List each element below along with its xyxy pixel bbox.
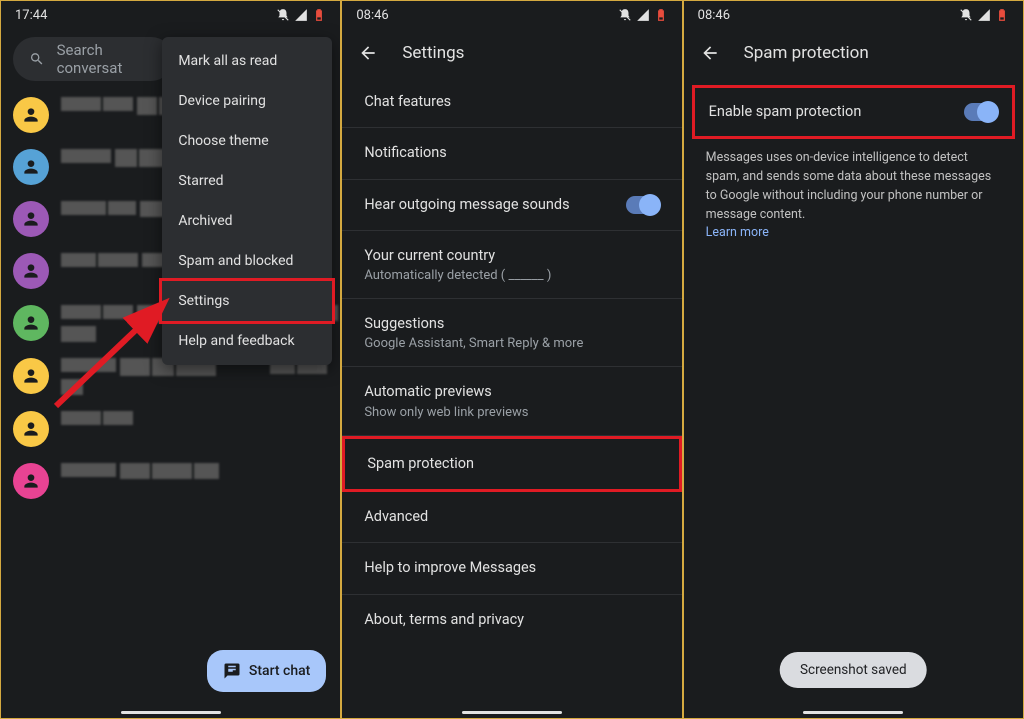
clock: 17:44 bbox=[15, 8, 47, 23]
start-chat-fab[interactable]: Start chat bbox=[207, 650, 326, 692]
battery-icon bbox=[654, 8, 668, 22]
avatar bbox=[13, 149, 49, 185]
fab-label: Start chat bbox=[249, 663, 310, 679]
menu-mark-all-read[interactable]: Mark all as read bbox=[162, 41, 332, 81]
status-icons bbox=[959, 8, 1009, 22]
avatar bbox=[13, 201, 49, 237]
dnd-icon bbox=[959, 8, 973, 22]
status-bar: 08:46 bbox=[684, 1, 1023, 29]
row-chat-features[interactable]: Chat features bbox=[342, 77, 681, 128]
toast-screenshot-saved: Screenshot saved bbox=[780, 652, 927, 688]
nav-handle[interactable] bbox=[462, 711, 562, 714]
row-advanced[interactable]: Advanced bbox=[342, 492, 681, 543]
menu-starred[interactable]: Starred bbox=[162, 161, 332, 201]
status-icons bbox=[618, 8, 668, 22]
avatar bbox=[13, 253, 49, 289]
dnd-icon bbox=[276, 8, 290, 22]
screen-settings: 08:46 Settings Chat features Notificatio… bbox=[341, 0, 682, 719]
row-suggestions[interactable]: Suggestions Google Assistant, Smart Repl… bbox=[342, 299, 681, 367]
battery-icon bbox=[312, 8, 326, 22]
row-about[interactable]: About, terms and privacy bbox=[342, 595, 681, 645]
app-bar: Spam protection bbox=[684, 29, 1023, 77]
nav-handle[interactable] bbox=[121, 711, 221, 714]
screen-conversations: 17:44 Search conversat bbox=[0, 0, 341, 719]
chat-icon bbox=[223, 662, 241, 680]
page-title: Spam protection bbox=[744, 43, 869, 63]
redacted-text bbox=[61, 411, 133, 425]
row-enable-spam-protection[interactable]: Enable spam protection bbox=[692, 85, 1015, 139]
toggle-spam-protection[interactable] bbox=[964, 103, 998, 121]
signal-icon bbox=[977, 8, 991, 22]
avatar bbox=[13, 411, 49, 447]
annotation-arrow bbox=[51, 281, 181, 411]
avatar bbox=[13, 97, 49, 133]
conversation-row[interactable] bbox=[13, 455, 340, 507]
screen-spam-protection: 08:46 Spam protection Enable spam protec… bbox=[683, 0, 1024, 719]
row-previews[interactable]: Automatic previews Show only web link pr… bbox=[342, 367, 681, 435]
row-country[interactable]: Your current country Automatically detec… bbox=[342, 231, 681, 299]
battery-icon bbox=[995, 8, 1009, 22]
clock: 08:46 bbox=[698, 8, 730, 23]
row-notifications[interactable]: Notifications bbox=[342, 128, 681, 179]
clock: 08:46 bbox=[356, 8, 388, 23]
menu-archived[interactable]: Archived bbox=[162, 201, 332, 241]
back-icon[interactable] bbox=[358, 43, 378, 63]
row-outgoing-sounds[interactable]: Hear outgoing message sounds bbox=[342, 180, 681, 231]
status-bar: 17:44 bbox=[1, 1, 340, 29]
status-bar: 08:46 bbox=[342, 1, 681, 29]
enable-label: Enable spam protection bbox=[709, 102, 862, 122]
signal-icon bbox=[294, 8, 308, 22]
page-title: Settings bbox=[402, 43, 464, 63]
menu-choose-theme[interactable]: Choose theme bbox=[162, 121, 332, 161]
row-spam-protection[interactable]: Spam protection bbox=[342, 436, 681, 492]
menu-help-feedback[interactable]: Help and feedback bbox=[162, 321, 332, 361]
avatar bbox=[13, 358, 49, 394]
overflow-menu: Mark all as read Device pairing Choose t… bbox=[162, 37, 332, 365]
menu-device-pairing[interactable]: Device pairing bbox=[162, 81, 332, 121]
spam-description: Messages uses on-device intelligence to … bbox=[684, 139, 1023, 253]
app-bar: Settings bbox=[342, 29, 681, 77]
avatar bbox=[13, 463, 49, 499]
redacted-text bbox=[61, 463, 219, 482]
menu-settings[interactable]: Settings bbox=[159, 278, 335, 324]
nav-handle[interactable] bbox=[803, 711, 903, 714]
avatar bbox=[13, 305, 49, 341]
back-icon[interactable] bbox=[700, 43, 720, 63]
signal-icon bbox=[636, 8, 650, 22]
search-icon bbox=[29, 50, 45, 68]
status-icons bbox=[276, 8, 326, 22]
row-help-improve[interactable]: Help to improve Messages bbox=[342, 543, 681, 594]
learn-more-link[interactable]: Learn more bbox=[706, 225, 769, 240]
search-placeholder: Search conversat bbox=[57, 41, 157, 77]
settings-list: Chat features Notifications Hear outgoin… bbox=[342, 77, 681, 645]
toggle-sounds[interactable] bbox=[626, 196, 660, 214]
menu-spam-blocked[interactable]: Spam and blocked bbox=[162, 241, 332, 281]
dnd-icon bbox=[618, 8, 632, 22]
search-input[interactable]: Search conversat bbox=[13, 37, 173, 81]
